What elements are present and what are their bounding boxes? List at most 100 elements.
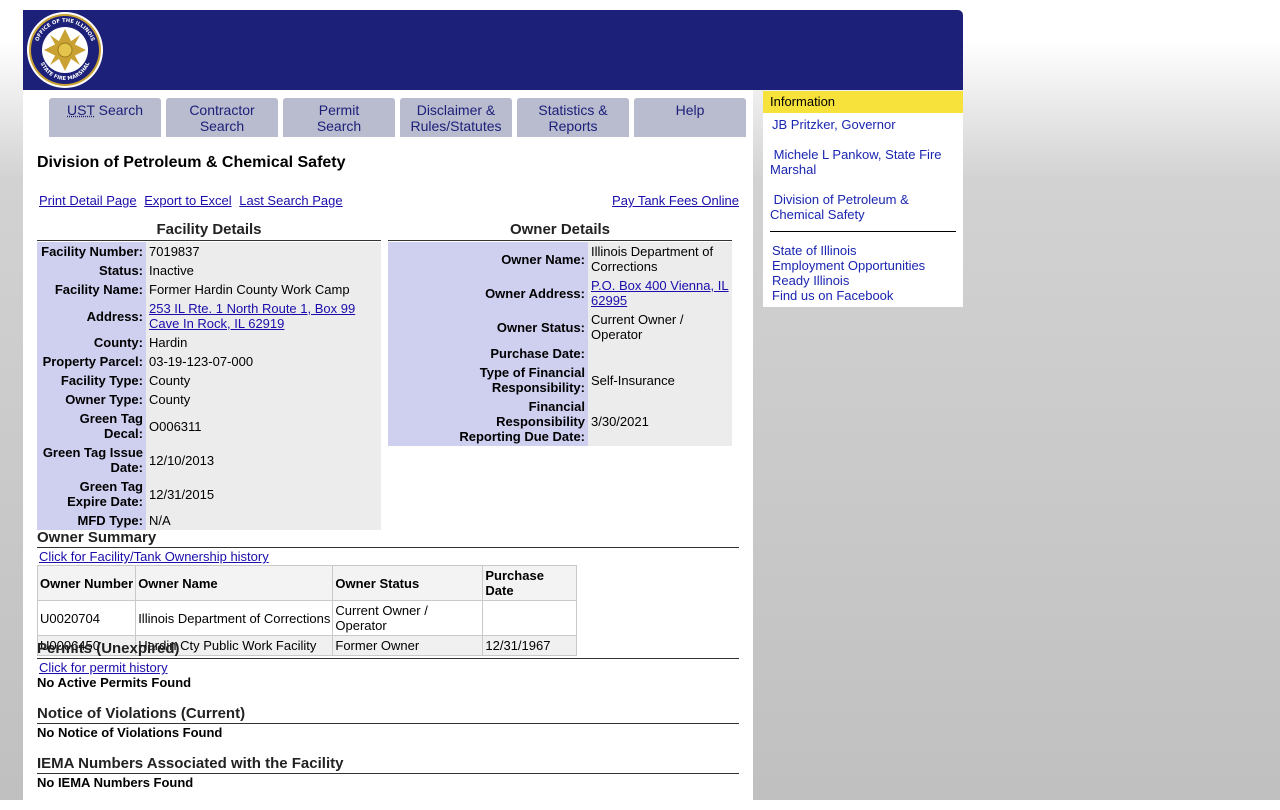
table-row: U0020704 Illinois Department of Correcti… bbox=[36, 600, 578, 636]
site-header: OFFICE OF THE ILLINOIS STATE FIRE MARSHA… bbox=[23, 10, 963, 90]
detail-row: Green Tag Expire Date: 12/31/2015 bbox=[37, 477, 381, 511]
detail-label: Facility Name: bbox=[37, 280, 146, 299]
tab-help[interactable]: Help bbox=[634, 98, 746, 137]
detail-value: 253 IL Rte. 1 North Route 1, Box 99 Cave … bbox=[146, 299, 381, 333]
detail-label: Property Parcel: bbox=[37, 352, 146, 371]
iema-title: IEMA Numbers Associated with the Facilit… bbox=[37, 755, 739, 774]
owner-address-link[interactable]: P.O. Box 400 Vienna, IL 62995 bbox=[591, 278, 729, 308]
detail-row: Financial Responsibility Reporting Due D… bbox=[388, 397, 732, 446]
detail-value: Hardin bbox=[146, 333, 381, 352]
detail-label: Owner Status: bbox=[388, 310, 588, 344]
last-search-link[interactable]: Last Search Page bbox=[239, 193, 342, 208]
detail-label: Green Tag Expire Date: bbox=[37, 477, 146, 511]
iema-section: IEMA Numbers Associated with the Facilit… bbox=[37, 755, 739, 790]
detail-row: MFD Type: N/A bbox=[37, 511, 381, 530]
detail-value: 12/10/2013 bbox=[146, 443, 381, 477]
detail-row: County: Hardin bbox=[37, 333, 381, 352]
detail-row: Facility Number: 7019837 bbox=[37, 242, 381, 261]
detail-value: Inactive bbox=[146, 261, 381, 280]
detail-value: 12/31/2015 bbox=[146, 477, 381, 511]
column-header: Owner Name bbox=[135, 565, 334, 601]
permit-history-link[interactable]: Click for permit history bbox=[39, 660, 739, 675]
detail-value bbox=[588, 344, 732, 363]
sidebar-link-ready-illinois[interactable]: Ready Illinois bbox=[772, 273, 925, 288]
sidebar-link-division[interactable]: Division of Petroleum & Chemical Safety bbox=[770, 192, 920, 222]
table-header-row: Owner Number Owner Name Owner Status Pur… bbox=[36, 565, 578, 601]
detail-row: Property Parcel: 03-19-123-07-000 bbox=[37, 352, 381, 371]
detail-value: P.O. Box 400 Vienna, IL 62995 bbox=[588, 276, 732, 310]
no-permits-text: No Active Permits Found bbox=[37, 675, 192, 690]
no-violations-text: No Notice of Violations Found bbox=[37, 725, 223, 740]
tab-label: Contractor Search bbox=[189, 102, 255, 134]
detail-label: Owner Name: bbox=[388, 242, 588, 276]
sidebar-link-label: Division of Petroleum & Chemical Safety bbox=[770, 192, 909, 222]
address-line-1: 253 IL Rte. 1 North Route 1, Box 99 bbox=[149, 301, 356, 316]
tab-permit-search[interactable]: Permit Search bbox=[283, 98, 395, 137]
detail-row: Green Tag Issue Date: 12/10/2013 bbox=[37, 443, 381, 477]
permits-title: Permits (Unexpired) bbox=[37, 640, 739, 659]
tab-disclaimer-rules[interactable]: Disclaimer & Rules/Statutes bbox=[400, 98, 512, 137]
column-header: Owner Number bbox=[36, 565, 137, 601]
facility-details-heading: Facility Details bbox=[37, 221, 381, 241]
tab-statistics-reports[interactable]: Statistics & Reports bbox=[517, 98, 629, 137]
detail-value: N/A bbox=[146, 511, 381, 530]
permits-section: Permits (Unexpired) Click for permit his… bbox=[37, 640, 739, 690]
detail-row: Type of Financial Responsibility: Self-In… bbox=[388, 363, 732, 397]
sidebar-heading: Information bbox=[763, 91, 963, 113]
pay-tank-fees-link[interactable]: Pay Tank Fees Online bbox=[612, 193, 739, 208]
detail-row: Status: Inactive bbox=[37, 261, 381, 280]
facility-details-panel: Facility Details Facility Number: 7019837… bbox=[37, 221, 381, 530]
ownership-history-link[interactable]: Click for Facility/Tank Ownership histor… bbox=[39, 549, 739, 564]
information-sidebar: Information JB Pritzker, Governor Michel… bbox=[763, 91, 963, 307]
detail-value: 3/30/2021 bbox=[588, 397, 732, 446]
tab-label: Permit Search bbox=[316, 102, 362, 134]
detail-value: Illinois Department of Corrections bbox=[588, 242, 732, 276]
address-line-2: Cave In Rock, IL 62919 bbox=[149, 316, 285, 331]
print-detail-link[interactable]: Print Detail Page bbox=[39, 193, 137, 208]
sidebar-link-facebook[interactable]: Find us on Facebook bbox=[772, 288, 925, 303]
detail-row: Facility Name: Former Hardin County Work … bbox=[37, 280, 381, 299]
detail-label: MFD Type: bbox=[37, 511, 146, 530]
detail-value: Self-Insurance bbox=[588, 363, 732, 397]
table-cell: Current Owner / Operator bbox=[332, 600, 484, 636]
tab-label: Disclaimer & Rules/Statutes bbox=[410, 102, 502, 134]
detail-value: County bbox=[146, 371, 381, 390]
detail-value: 7019837 bbox=[146, 242, 381, 261]
table-cell: U0020704 bbox=[36, 600, 137, 636]
ust-abbreviation: UST bbox=[67, 102, 95, 118]
detail-row: Address: 253 IL Rte. 1 North Route 1, Bo… bbox=[37, 299, 381, 333]
column-header: Owner Status bbox=[332, 565, 484, 601]
sidebar-link-governor[interactable]: JB Pritzker, Governor bbox=[772, 117, 896, 132]
sidebar-link-state-of-illinois[interactable]: State of Illinois bbox=[772, 243, 925, 258]
owner-details-heading: Owner Details bbox=[388, 221, 732, 241]
state-fire-marshal-seal-logo[interactable]: OFFICE OF THE ILLINOIS STATE FIRE MARSHA… bbox=[23, 10, 107, 90]
table-cell: Illinois Department of Corrections bbox=[135, 600, 334, 636]
detail-row: Purchase Date: bbox=[388, 344, 732, 363]
detail-row: Owner Name: Illinois Department of Correc… bbox=[388, 242, 732, 276]
sidebar-group-links: State of Illinois Employment Opportuniti… bbox=[772, 243, 925, 303]
column-header: Purchase Date bbox=[482, 565, 578, 601]
sidebar-link-label: Michele L Pankow, State Fire Marshal bbox=[770, 147, 942, 177]
detail-label: Address: bbox=[37, 299, 146, 333]
table-cell bbox=[482, 600, 578, 636]
detail-label: Owner Type: bbox=[37, 390, 146, 409]
tab-contractor-search[interactable]: Contractor Search bbox=[166, 98, 278, 137]
tab-ust-search[interactable]: UST Search bbox=[49, 98, 161, 137]
tab-label: Help bbox=[675, 102, 705, 118]
detail-value: Former Hardin County Work Camp bbox=[146, 280, 381, 299]
tab-label: Statistics & Reports bbox=[538, 102, 608, 134]
detail-label: Type of Financial Responsibility: bbox=[388, 363, 588, 397]
violations-section: Notice of Violations (Current) No Notice… bbox=[37, 705, 739, 740]
detail-row: Facility Type: County bbox=[37, 371, 381, 390]
export-excel-link[interactable]: Export to Excel bbox=[144, 193, 231, 208]
detail-value: County bbox=[146, 390, 381, 409]
sidebar-link-employment[interactable]: Employment Opportunities bbox=[772, 258, 925, 273]
violations-title: Notice of Violations (Current) bbox=[37, 705, 739, 724]
facility-address-link[interactable]: 253 IL Rte. 1 North Route 1, Box 99 Cave … bbox=[149, 301, 355, 331]
owner-summary-title: Owner Summary bbox=[37, 529, 739, 548]
detail-label: Purchase Date: bbox=[388, 344, 588, 363]
detail-row: Green Tag Decal: O006311 bbox=[37, 409, 381, 443]
main-content: UST Search Contractor Search Permit Sear… bbox=[23, 90, 753, 810]
detail-row: Owner Status: Current Owner / Operator bbox=[388, 310, 732, 344]
sidebar-link-fire-marshal[interactable]: Michele L Pankow, State Fire Marshal bbox=[770, 147, 955, 177]
